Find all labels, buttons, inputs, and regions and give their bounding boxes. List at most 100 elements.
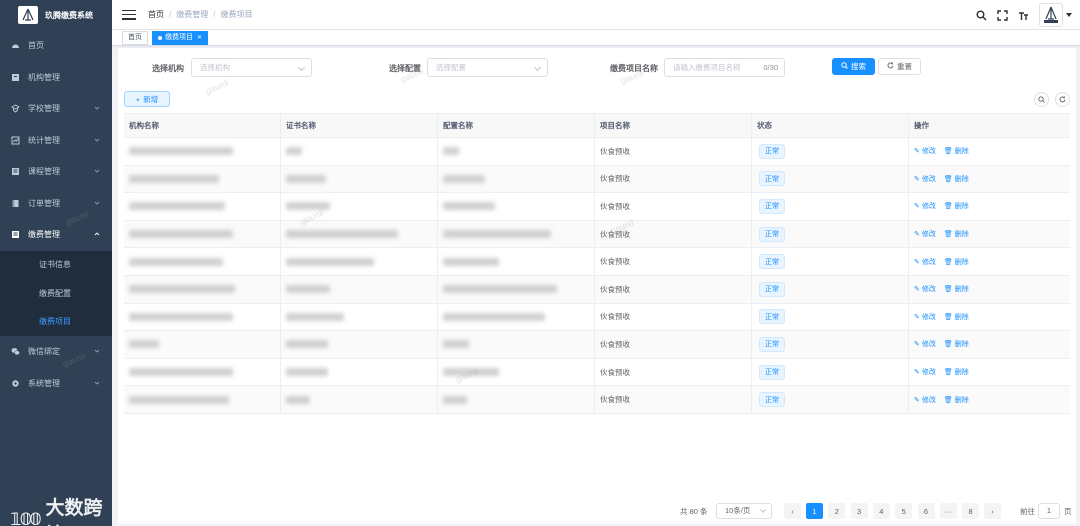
edit-button[interactable]: ✎ 修改: [914, 284, 936, 294]
sidebar-item[interactable]: 系统管理: [0, 368, 112, 400]
user-avatar[interactable]: [1039, 3, 1063, 27]
page-button[interactable]: 3: [850, 503, 868, 519]
sidebar-item[interactable]: 微信绑定: [0, 336, 112, 368]
page-button[interactable]: 2: [828, 503, 846, 519]
config-select-placeholder: 选择配置: [436, 63, 466, 72]
edit-button[interactable]: ✎ 修改: [914, 146, 936, 156]
caret-down-icon[interactable]: [1066, 13, 1072, 17]
certificate-name-cell: [281, 248, 438, 275]
org-name-cell: [124, 358, 281, 386]
fullscreen-icon[interactable]: [996, 9, 1008, 21]
pagination-ellipsis[interactable]: ···: [939, 503, 957, 519]
delete-button[interactable]: 🗑 删除: [944, 201, 969, 211]
org-name-cell: [124, 138, 281, 165]
certificate-name-cell: [281, 386, 438, 413]
sidebar-item[interactable]: 订单管理: [0, 188, 112, 220]
sidebar-item[interactable]: 机构管理: [0, 62, 112, 94]
sidebar-item[interactable]: 课程管理: [0, 156, 112, 188]
delete-label: 删除: [954, 313, 969, 321]
certificate-name-cell: [281, 220, 438, 248]
edit-label: 修改: [921, 396, 936, 404]
reset-button[interactable]: 重置: [878, 58, 921, 75]
page-button[interactable]: 1: [806, 503, 823, 519]
edit-icon: ✎: [914, 148, 920, 156]
config-select[interactable]: 选择配置: [427, 58, 548, 77]
delete-button[interactable]: 🗑 删除: [944, 367, 969, 377]
org-select[interactable]: 选择机构: [191, 58, 312, 77]
breadcrumb-home[interactable]: 首页: [148, 9, 164, 20]
page-button[interactable]: 6: [917, 503, 935, 519]
sidebar-item[interactable]: 首页: [0, 30, 112, 62]
edit-button[interactable]: ✎ 修改: [914, 339, 936, 349]
project-name-cell: 伙食预收: [595, 165, 752, 193]
tag-label: 首页: [128, 33, 142, 41]
prev-page-button[interactable]: ‹: [784, 503, 801, 519]
table-row: 伙食预收 正常 ✎ 修改 🗑 删除: [124, 358, 1070, 387]
project-name-cell: 伙食预收: [595, 331, 752, 358]
trash-icon: 🗑: [943, 341, 953, 349]
delete-button[interactable]: 🗑 删除: [944, 395, 969, 405]
edit-label: 修改: [921, 148, 936, 156]
page-button[interactable]: 8: [962, 503, 980, 519]
submenu-item[interactable]: 缴费项目: [0, 308, 112, 337]
page-button[interactable]: 4: [872, 503, 890, 519]
sidebar-item[interactable]: 学校管理: [0, 93, 112, 125]
page-size-select[interactable]: 10条/页: [716, 503, 772, 519]
submenu-item[interactable]: 缴费配置: [0, 279, 112, 308]
status-cell: 正常: [752, 303, 909, 331]
redacted-text: [129, 368, 233, 377]
project-name-placeholder: 请输入缴费项目名称: [673, 63, 741, 72]
delete-button[interactable]: 🗑 删除: [944, 339, 969, 349]
edit-button[interactable]: ✎ 修改: [914, 174, 936, 184]
actions-cell: ✎ 修改 🗑 删除: [909, 304, 1070, 331]
redacted-text: [443, 285, 557, 294]
org-name-cell: [124, 165, 281, 193]
next-page-button[interactable]: ›: [984, 503, 1001, 519]
edit-button[interactable]: ✎ 修改: [914, 201, 936, 211]
edit-label: 修改: [921, 258, 936, 266]
delete-button[interactable]: 🗑 删除: [944, 174, 969, 184]
delete-button[interactable]: 🗑 删除: [944, 146, 969, 156]
add-button[interactable]: + 新增: [124, 91, 170, 107]
search-button[interactable]: 搜索: [832, 58, 875, 75]
trash-icon: 🗑: [943, 258, 953, 266]
delete-label: 删除: [954, 341, 969, 349]
sidebar-item[interactable]: 缴费管理: [0, 219, 112, 251]
sidebar-item[interactable]: 统计管理: [0, 125, 112, 157]
tag-payment-project[interactable]: 缴费项目 ✕: [152, 30, 209, 45]
page-button[interactable]: 5: [895, 503, 913, 519]
edit-button[interactable]: ✎ 修改: [914, 395, 936, 405]
hamburger-icon[interactable]: [122, 9, 136, 20]
sidebar-item-label: 微信绑定: [28, 347, 60, 357]
column-header-project: 项目名称: [595, 114, 752, 137]
redacted-text: [443, 202, 495, 211]
redacted-text: [286, 340, 328, 349]
project-name-input[interactable]: 请输入缴费项目名称 0/30: [664, 58, 785, 77]
column-header-org: 机构名称: [124, 114, 281, 137]
edit-button[interactable]: ✎ 修改: [914, 257, 936, 267]
edit-label: 修改: [921, 231, 936, 239]
delete-button[interactable]: 🗑 删除: [944, 229, 969, 239]
edit-button[interactable]: ✎ 修改: [914, 367, 936, 377]
edit-button[interactable]: ✎ 修改: [914, 312, 936, 322]
search-icon[interactable]: [975, 9, 987, 21]
redacted-text: [286, 368, 328, 377]
close-icon[interactable]: ✕: [197, 32, 202, 44]
delete-button[interactable]: 🗑 删除: [944, 257, 969, 267]
status-cell: 正常: [752, 165, 909, 193]
submenu-item[interactable]: 证书信息: [0, 251, 112, 280]
edit-icon: ✎: [914, 341, 920, 349]
font-size-icon[interactable]: [1017, 9, 1029, 21]
delete-button[interactable]: 🗑 删除: [944, 284, 969, 294]
delete-button[interactable]: 🗑 删除: [944, 312, 969, 322]
refresh-icon[interactable]: [1055, 92, 1070, 107]
trash-icon: 🗑: [943, 286, 953, 294]
goto-page-input[interactable]: 1: [1038, 503, 1060, 519]
tag-home[interactable]: 首页: [122, 30, 148, 45]
edit-button[interactable]: ✎ 修改: [914, 229, 936, 239]
app-logo[interactable]: 玖腾缴费系统: [0, 0, 112, 30]
edit-icon: ✎: [914, 369, 920, 377]
redacted-text: [286, 312, 344, 321]
payment-icon: [11, 230, 20, 239]
toggle-search-icon[interactable]: [1034, 92, 1049, 107]
